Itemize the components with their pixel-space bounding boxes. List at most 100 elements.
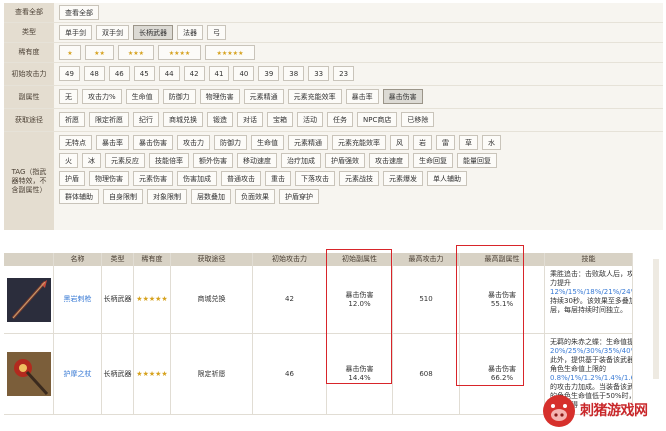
filter-chip-tag[interactable]: 草 <box>459 135 478 150</box>
filter-chip-tag[interactable]: 元素伤害 <box>133 171 173 186</box>
filter-chip-rarity[interactable]: ★★★ <box>118 45 154 60</box>
filter-chip-source[interactable]: 活动 <box>297 112 323 127</box>
filter-chip-atk[interactable]: 38 <box>283 66 305 81</box>
filter-chip-tag[interactable]: 岩 <box>413 135 432 150</box>
filter-chip-atk[interactable]: 40 <box>233 66 255 81</box>
filter-chip-source[interactable]: 祈愿 <box>59 112 85 127</box>
filter-chip-sub[interactable]: 物理伤害 <box>199 89 240 104</box>
filter-chip-atk[interactable]: 45 <box>133 66 155 81</box>
filter-chip-tag[interactable]: 生命回复 <box>413 153 453 168</box>
weapon-image[interactable] <box>6 277 51 322</box>
filter-chip-tag[interactable]: 雷 <box>436 135 455 150</box>
table-row[interactable]: 护摩之杖 长柄武器 ★★★★★ 限定祈愿 46 暴击伤害 14.4% 608 暴… <box>4 334 633 415</box>
filter-chip-tag[interactable]: 元素反应 <box>105 153 145 168</box>
filter-chip-source[interactable]: 对话 <box>237 112 263 127</box>
filter-chip-tag[interactable]: 冰 <box>82 153 101 168</box>
filter-chip-sub[interactable]: 无 <box>59 89 78 104</box>
filter-chip-sub[interactable]: 元素充能效率 <box>287 89 342 104</box>
filter-chip-tag[interactable]: 物理伤害 <box>89 171 129 186</box>
filter-chip-source[interactable]: NPC商店 <box>357 112 398 127</box>
filter-chip-tag[interactable]: 无特点 <box>59 135 92 150</box>
filter-chip-source[interactable]: 限定祈愿 <box>89 112 129 127</box>
filter-chip-source[interactable]: 锻造 <box>207 112 233 127</box>
filter-chip-atk[interactable]: 46 <box>108 66 130 81</box>
filter-chip-all[interactable]: 查看全部 <box>59 5 99 20</box>
filter-chip-rarity[interactable]: ★★★★★ <box>205 45 255 60</box>
col-header-max-atk[interactable]: 最高攻击力 <box>393 253 460 266</box>
filter-chip-tag[interactable]: 单人辅助 <box>427 171 467 186</box>
filter-chip-tag[interactable]: 护盾强效 <box>325 153 365 168</box>
table-row[interactable]: 黑岩刺枪 长柄武器 ★★★★★ 商城兑换 42 暴击伤害 12.0% 510 暴… <box>4 266 633 334</box>
filter-chip-source[interactable]: 任务 <box>327 112 353 127</box>
col-header-type[interactable]: 类型 <box>102 253 134 266</box>
filter-chip-atk[interactable]: 44 <box>158 66 180 81</box>
filter-chip-tag[interactable]: 护盾穿护 <box>279 189 319 204</box>
filter-values-source: 祈愿 限定祈愿 纪行 商城兑换 锻造 对话 宝箱 活动 任务 NPC商店 已移除 <box>54 109 663 131</box>
filter-chip-sub[interactable]: 暴击率 <box>345 89 379 104</box>
col-header-rarity[interactable]: 稀有度 <box>134 253 171 266</box>
filter-chip-tag[interactable]: 能量回复 <box>457 153 497 168</box>
filter-chip-sub[interactable]: 元素精通 <box>243 89 284 104</box>
weapon-name[interactable]: 黑岩刺枪 <box>64 295 92 304</box>
filter-chip-tag[interactable]: 元素充能效率 <box>332 135 386 150</box>
filter-chip-tag[interactable]: 暴击伤害 <box>133 135 173 150</box>
filter-chip-tag[interactable]: 元素战技 <box>339 171 379 186</box>
filter-chip-tag[interactable]: 攻击速度 <box>369 153 409 168</box>
filter-chip-tag[interactable]: 攻击力 <box>177 135 210 150</box>
filter-chip-tag[interactable]: 对象限制 <box>147 189 187 204</box>
filter-chip-tag[interactable]: 技能倍率 <box>149 153 189 168</box>
filter-chip-atk[interactable]: 49 <box>59 66 80 81</box>
filter-chip-tag[interactable]: 风 <box>390 135 409 150</box>
filter-chip-atk[interactable]: 39 <box>258 66 280 81</box>
filter-chip-tag[interactable]: 层数叠加 <box>191 189 231 204</box>
filter-chip-tag[interactable]: 治疗加成 <box>281 153 321 168</box>
filter-chip-tag[interactable]: 负面效果 <box>235 189 275 204</box>
filter-chip-type[interactable]: 长柄武器 <box>133 25 173 40</box>
table-scrollbar[interactable] <box>653 259 659 379</box>
filter-chip-rarity[interactable]: ★★★★ <box>158 45 201 60</box>
filter-chip-atk[interactable]: 48 <box>83 66 105 81</box>
filter-chip-tag[interactable]: 护盾 <box>59 171 85 186</box>
filter-chip-type[interactable]: 单手剑 <box>59 25 92 40</box>
filter-chip-tag[interactable]: 防御力 <box>214 135 247 150</box>
filter-chip-atk[interactable]: 42 <box>183 66 205 81</box>
filter-chip-tag[interactable]: 暴击率 <box>96 135 129 150</box>
filter-chip-sub[interactable]: 攻击力% <box>82 89 122 104</box>
col-header-atk[interactable]: 初始攻击力 <box>253 253 327 266</box>
col-header-source[interactable]: 获取途径 <box>171 253 253 266</box>
filter-chip-source[interactable]: 纪行 <box>133 112 159 127</box>
filter-chip-type[interactable]: 双手剑 <box>96 25 129 40</box>
filter-chip-tag[interactable]: 移动速度 <box>237 153 277 168</box>
filter-chip-tag[interactable]: 伤害加成 <box>177 171 217 186</box>
filter-chip-tag[interactable]: 水 <box>482 135 501 150</box>
filter-chip-type[interactable]: 弓 <box>207 25 226 40</box>
filter-chip-tag[interactable]: 重击 <box>265 171 291 186</box>
filter-chip-rarity[interactable]: ★ <box>59 45 81 60</box>
filter-chip-atk[interactable]: 23 <box>333 66 355 81</box>
watermark-text: 刺猪游戏网 <box>580 402 648 419</box>
filter-chip-sub[interactable]: 防御力 <box>162 89 196 104</box>
filter-chip-tag[interactable]: 下落攻击 <box>295 171 335 186</box>
filter-chip-type[interactable]: 法器 <box>177 25 203 40</box>
filter-chip-tag[interactable]: 自身限制 <box>103 189 143 204</box>
filter-chip-sub[interactable]: 暴击伤害 <box>382 89 423 104</box>
filter-chip-atk[interactable]: 41 <box>208 66 230 81</box>
filter-chip-sub[interactable]: 生命值 <box>125 89 159 104</box>
filter-chip-tag[interactable]: 元素精通 <box>288 135 328 150</box>
filter-chip-tag[interactable]: 群体辅助 <box>59 189 99 204</box>
weapon-name[interactable]: 护摩之杖 <box>64 370 92 379</box>
filter-row-source: 获取途径 祈愿 限定祈愿 纪行 商城兑换 锻造 对话 宝箱 活动 任务 NPC商店 已移除 <box>4 109 663 132</box>
filter-chip-atk[interactable]: 33 <box>308 66 330 81</box>
filter-chip-tag[interactable]: 生命值 <box>251 135 284 150</box>
filter-chip-source[interactable]: 已移除 <box>401 112 435 127</box>
filter-chip-tag[interactable]: 普通攻击 <box>221 171 261 186</box>
filter-chip-tag[interactable]: 额外伤害 <box>193 153 233 168</box>
col-header-name[interactable]: 名称 <box>54 253 102 266</box>
filter-chip-source[interactable]: 商城兑换 <box>163 112 203 127</box>
filter-chip-source[interactable]: 宝箱 <box>267 112 293 127</box>
filter-chip-tag[interactable]: 元素爆发 <box>383 171 423 186</box>
filter-chip-tag[interactable]: 火 <box>59 153 78 168</box>
weapon-image[interactable] <box>6 352 51 396</box>
filter-values-tag: 无特点 暴击率 暴击伤害 攻击力 防御力 生命值 元素精通 元素充能效率风岩雷草水火冰元素反应… <box>54 132 663 230</box>
filter-chip-rarity[interactable]: ★★ <box>85 45 114 60</box>
